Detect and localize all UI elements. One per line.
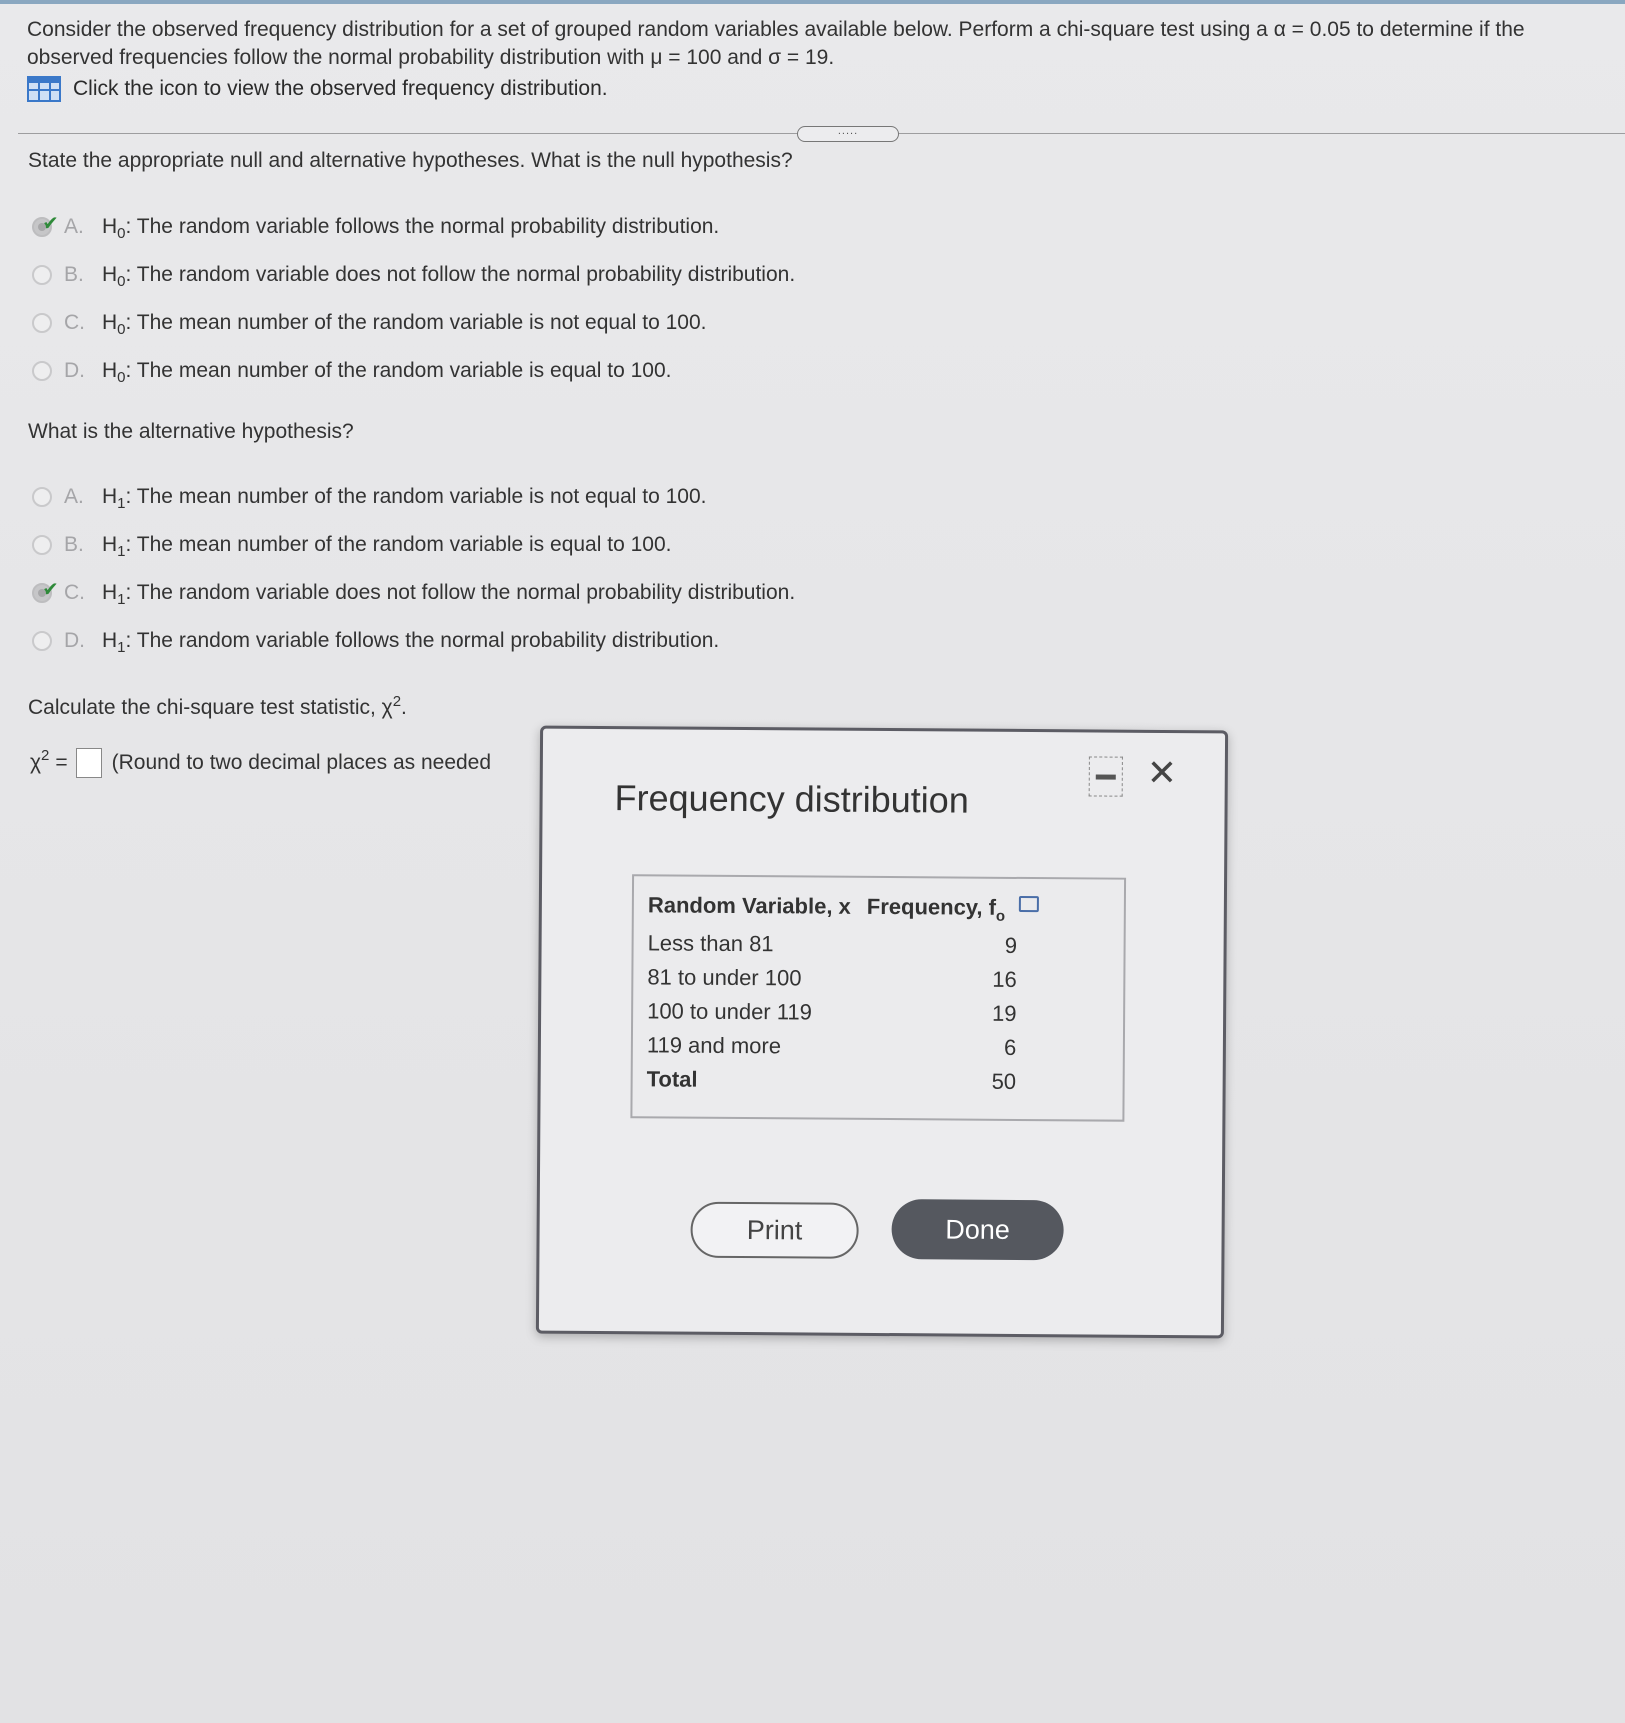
- table-row: 81 to under 100 16: [647, 960, 1055, 997]
- hypothesis-subscript: 0: [117, 320, 126, 338]
- alt-option-d[interactable]: D. H 1: The random variable follows the no…: [32, 629, 720, 656]
- hypothesis-subscript: 0: [117, 272, 126, 290]
- top-accent-bar: [0, 0, 1625, 4]
- frequency-header-text: Frequency, f: [866, 893, 997, 920]
- frequency-distribution-dialog: Frequency distribution ✕ Random Variable…: [535, 725, 1229, 1339]
- alt-hypothesis-question: What is the alternative hypothesis?: [28, 420, 354, 443]
- radio-button[interactable]: [32, 535, 52, 555]
- hypothesis-subscript: 1: [117, 542, 126, 560]
- view-distribution-link[interactable]: Click the icon to view the observed freq…: [27, 76, 608, 102]
- chi-symbol-sup: 2: [41, 746, 50, 764]
- hypothesis-symbol: H: [102, 359, 118, 382]
- frequency-table: Random Variable, x Frequency, fo Less th…: [647, 892, 1056, 1099]
- checkmark-icon: ✔: [42, 213, 59, 235]
- option-text: : The mean number of the random variable…: [125, 359, 672, 382]
- hypothesis-symbol: H: [102, 485, 118, 508]
- table-icon[interactable]: [27, 76, 61, 102]
- hypothesis-subscript: 1: [117, 638, 126, 656]
- hypothesis-symbol: H: [102, 311, 118, 334]
- chi-square-question-sup: 2: [392, 693, 402, 710]
- chi-square-question-end: .: [401, 696, 407, 719]
- copy-table-icon[interactable]: [1019, 895, 1040, 913]
- random-variable-cell: 100 to under 119: [647, 998, 812, 1025]
- total-label: Total: [646, 1066, 698, 1092]
- column-header-frequency: Frequency, fo: [867, 894, 1056, 929]
- view-distribution-label: Click the icon to view the observed freq…: [73, 77, 608, 100]
- radio-button[interactable]: ✔: [32, 579, 59, 603]
- frequency-cell: 16: [992, 966, 1017, 992]
- alt-option-c[interactable]: ✔ C. H 1: The random variable does not foll…: [32, 579, 796, 608]
- table-row: Less than 81 9: [647, 926, 1055, 963]
- frequency-cell: 9: [1004, 932, 1018, 958]
- hypothesis-symbol: H: [102, 533, 118, 556]
- total-value: 50: [991, 1068, 1017, 1094]
- checkmark-icon: ✔: [42, 579, 59, 601]
- hypothesis-symbol: H: [102, 263, 118, 286]
- option-letter: B.: [64, 263, 84, 286]
- hypothesis-subscript: 1: [117, 590, 126, 608]
- random-variable-cell: 119 and more: [646, 1032, 782, 1059]
- chi-symbol: χ: [30, 751, 42, 774]
- option-text: : The mean number of the random variable…: [125, 485, 707, 508]
- done-button[interactable]: Done: [891, 1199, 1064, 1261]
- table-row: 100 to under 119 19: [647, 994, 1055, 1031]
- random-variable-cell: Less than 81: [647, 930, 774, 957]
- option-text: : The mean number of the random variable…: [125, 311, 707, 334]
- hypothesis-subscript: 0: [117, 224, 126, 242]
- option-letter: B.: [64, 533, 84, 556]
- frequency-header-sub: o: [995, 907, 1006, 925]
- chi-square-answer-row: χ2 = (Round to two decimal places as nee…: [30, 746, 492, 778]
- chi-square-input[interactable]: [75, 748, 102, 778]
- dialog-title: Frequency distribution: [614, 777, 969, 821]
- option-text: : The mean number of the random variable…: [125, 533, 672, 556]
- hypothesis-subscript: 0: [117, 368, 126, 386]
- radio-button[interactable]: [32, 313, 52, 333]
- option-letter: D.: [64, 629, 85, 652]
- frequency-cell: 19: [992, 1000, 1017, 1026]
- random-variable-cell: 81 to under 100: [647, 964, 802, 991]
- null-hypothesis-question: State the appropriate null and alternati…: [28, 149, 793, 172]
- minimize-icon[interactable]: [1088, 756, 1123, 797]
- option-text: : The random variable does not follow th…: [125, 581, 796, 604]
- problem-statement: Consider the observed frequency distribu…: [27, 18, 1525, 69]
- option-letter: C.: [64, 311, 85, 334]
- radio-button[interactable]: [32, 487, 52, 507]
- option-text: : The random variable does not follow th…: [125, 263, 796, 286]
- alt-option-a[interactable]: A. H 1: The mean number of the random vari…: [32, 485, 707, 512]
- equals-sign: =: [55, 751, 68, 774]
- null-option-d[interactable]: D. H 0: The mean number of the random vari…: [32, 359, 672, 386]
- radio-button[interactable]: [32, 631, 52, 651]
- hypothesis-symbol: H: [102, 629, 118, 652]
- rounding-note: (Round to two decimal places as needed: [111, 751, 492, 774]
- expand-handle[interactable]: .....: [797, 126, 899, 142]
- option-letter: D.: [64, 359, 85, 382]
- hypothesis-subscript: 1: [117, 494, 126, 512]
- print-button[interactable]: Print: [690, 1201, 859, 1259]
- null-option-b[interactable]: B. H 0: The random variable does not follo…: [32, 263, 796, 290]
- null-option-a[interactable]: ✔ A. H 0: The random variable follows the n…: [32, 213, 720, 242]
- alt-option-b[interactable]: B. H 1: The mean number of the random vari…: [32, 533, 672, 560]
- option-letter: A.: [64, 215, 84, 238]
- hypothesis-symbol: H: [102, 215, 118, 238]
- close-icon[interactable]: ✕: [1147, 752, 1177, 793]
- hypothesis-symbol: H: [102, 581, 118, 604]
- option-text: : The random variable follows the normal…: [125, 629, 720, 652]
- total-row: Total 50: [647, 1062, 1055, 1099]
- column-header-random-variable: Random Variable, x: [647, 892, 851, 919]
- option-text: : The random variable follows the normal…: [125, 215, 720, 238]
- radio-button[interactable]: [32, 361, 52, 381]
- radio-button[interactable]: [32, 265, 52, 285]
- radio-button[interactable]: ✔: [32, 213, 59, 237]
- frequency-table-container: Random Variable, x Frequency, fo Less th…: [630, 874, 1127, 1122]
- table-row: 119 and more 6: [647, 1028, 1055, 1065]
- null-option-c[interactable]: C. H 0: The mean number of the random vari…: [32, 311, 707, 338]
- option-letter: C.: [64, 581, 85, 604]
- chi-square-question-text: Calculate the chi-square test statistic,…: [28, 696, 393, 719]
- frequency-cell: 6: [1004, 1034, 1017, 1060]
- chi-square-question: Calculate the chi-square test statistic,…: [28, 693, 407, 720]
- option-letter: A.: [64, 485, 84, 508]
